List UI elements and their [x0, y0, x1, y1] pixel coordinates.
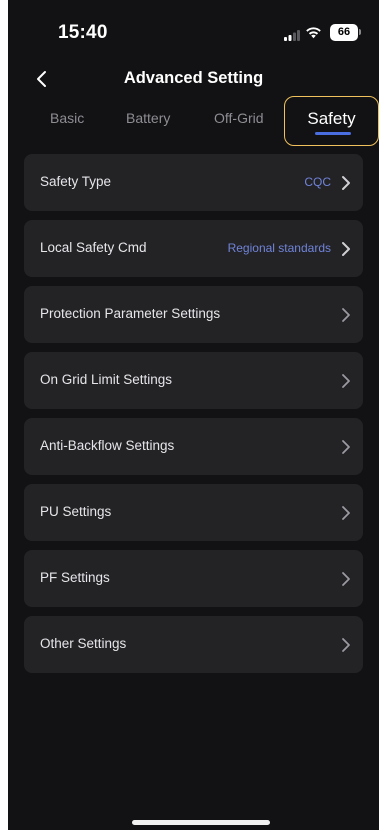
status-bar: 15:40 66: [8, 0, 379, 64]
tab-battery[interactable]: Battery: [126, 110, 170, 126]
chevron-right-icon: [339, 438, 353, 456]
setting-row-on-grid-limit[interactable]: On Grid Limit Settings: [24, 352, 363, 409]
tab-off-grid[interactable]: Off-Grid: [214, 110, 264, 126]
row-value: Regional standards: [227, 241, 331, 255]
chevron-right-icon: [339, 372, 353, 390]
chevron-right-icon: [339, 504, 353, 522]
row-label: Local Safety Cmd: [40, 240, 147, 255]
setting-row-pu[interactable]: PU Settings: [24, 484, 363, 541]
chevron-right-icon: [339, 240, 353, 258]
wifi-icon: [305, 26, 322, 44]
chevron-right-icon: [339, 570, 353, 588]
active-tab-indicator: [315, 132, 351, 135]
chevron-right-icon: [339, 306, 353, 324]
tab-safety-label: Safety: [307, 109, 356, 128]
setting-row-pf[interactable]: PF Settings: [24, 550, 363, 607]
setting-row-safety-type[interactable]: Safety Type CQC: [24, 154, 363, 211]
setting-row-local-safety-cmd[interactable]: Local Safety Cmd Regional standards: [24, 220, 363, 277]
row-label: PU Settings: [40, 504, 112, 519]
setting-row-anti-backflow[interactable]: Anti-Backflow Settings: [24, 418, 363, 475]
tab-bar: Basic Battery Off-Grid Safety: [8, 96, 379, 146]
row-label: On Grid Limit Settings: [40, 372, 173, 387]
signal-icon: [284, 28, 300, 46]
setting-row-other[interactable]: Other Settings: [24, 616, 363, 673]
tab-basic[interactable]: Basic: [50, 110, 84, 126]
battery-tip: [359, 29, 361, 35]
row-label: Anti-Backflow Settings: [40, 438, 175, 453]
page-title: Advanced Setting: [123, 69, 264, 87]
row-label: Protection Parameter Settings: [40, 306, 221, 321]
setting-row-protection-parameter[interactable]: Protection Parameter Settings: [24, 286, 363, 343]
battery-icon: 66: [330, 24, 358, 41]
navigation-bar: Advanced Setting: [8, 64, 379, 94]
app-screen: 15:40 66 Advanced Setting Basic Battery …: [8, 0, 379, 830]
tab-safety[interactable]: Safety: [284, 96, 379, 146]
row-label: PF Settings: [40, 570, 110, 585]
home-indicator[interactable]: [132, 820, 270, 825]
status-time: 15:40: [58, 22, 108, 43]
row-value: CQC: [304, 175, 331, 189]
row-label: Safety Type: [40, 174, 112, 189]
row-label: Other Settings: [40, 636, 127, 651]
chevron-right-icon: [339, 636, 353, 654]
chevron-right-icon: [339, 174, 353, 192]
